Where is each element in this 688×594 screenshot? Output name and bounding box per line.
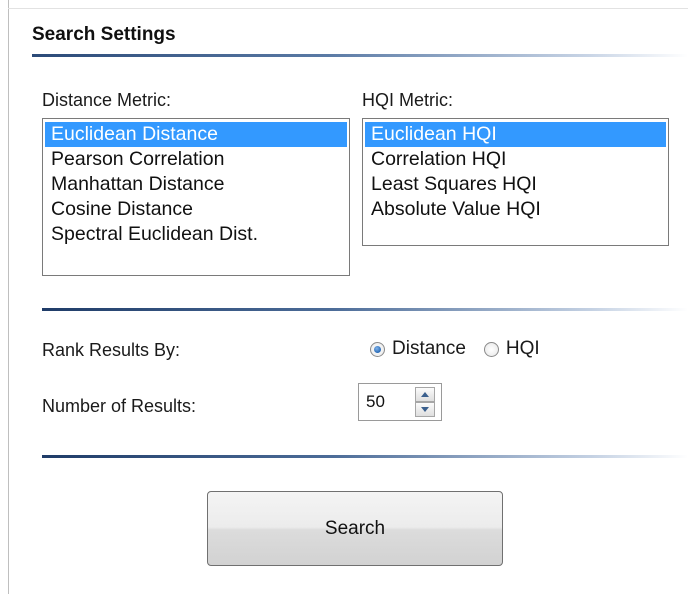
distance-metric-list[interactable]: Euclidean Distance Pearson Correlation M… — [42, 118, 350, 276]
distance-metric-item[interactable]: Spectral Euclidean Dist. — [45, 222, 347, 247]
distance-metric-item[interactable]: Euclidean Distance — [45, 122, 347, 147]
distance-metric-item[interactable]: Pearson Correlation — [45, 147, 347, 172]
arrow-up-icon — [421, 392, 429, 397]
stepper-up-button[interactable] — [415, 387, 435, 402]
separator — [42, 455, 688, 458]
radio-checked-icon — [370, 341, 385, 357]
panel-left-border — [8, 0, 9, 594]
separator — [42, 308, 688, 311]
radio-label: Distance — [392, 338, 466, 359]
hqi-metric-item[interactable]: Euclidean HQI — [365, 122, 666, 147]
stepper-down-button[interactable] — [415, 402, 435, 417]
hqi-metric-item[interactable]: Least Squares HQI — [365, 172, 666, 197]
rank-radio-hqi[interactable]: HQI — [483, 338, 540, 360]
number-of-results-stepper[interactable]: 50 — [358, 383, 442, 421]
number-of-results-value[interactable]: 50 — [366, 392, 385, 412]
arrow-down-icon — [421, 407, 429, 412]
radio-unchecked-icon — [483, 341, 499, 357]
hqi-metric-list[interactable]: Euclidean HQI Correlation HQI Least Squa… — [362, 118, 669, 246]
section-title: Search Settings — [32, 24, 176, 45]
title-underline — [32, 54, 688, 57]
radio-label: HQI — [505, 338, 540, 359]
distance-metric-item[interactable]: Cosine Distance — [45, 197, 347, 222]
hqi-metric-label: HQI Metric: — [362, 90, 454, 110]
panel-top-border — [8, 8, 688, 9]
distance-metric-item[interactable]: Manhattan Distance — [45, 172, 347, 197]
number-of-results-label: Number of Results: — [42, 396, 197, 416]
distance-metric-label: Distance Metric: — [42, 90, 172, 110]
search-button[interactable]: Search — [207, 491, 503, 566]
rank-radio-distance[interactable]: Distance — [370, 338, 466, 360]
hqi-metric-item[interactable]: Absolute Value HQI — [365, 197, 666, 222]
rank-results-label: Rank Results By: — [42, 340, 181, 360]
hqi-metric-item[interactable]: Correlation HQI — [365, 147, 666, 172]
rank-radio-group: Distance HQI — [370, 338, 558, 360]
